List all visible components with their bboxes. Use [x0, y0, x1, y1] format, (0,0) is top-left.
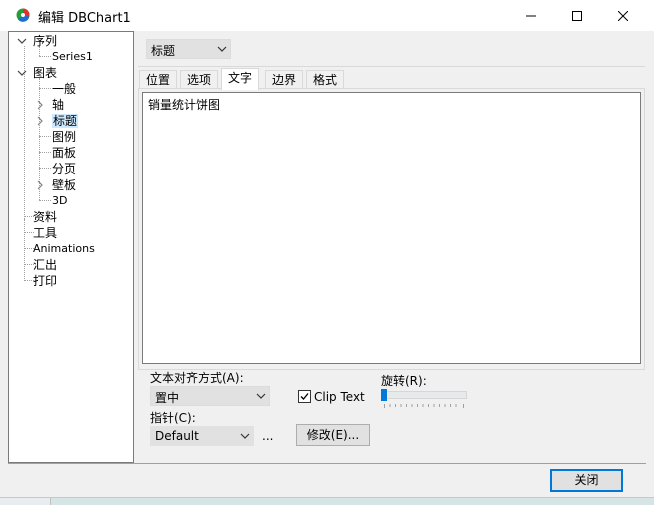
tree-item-animations[interactable]: Animations — [33, 241, 95, 257]
maximize-button[interactable] — [554, 0, 600, 31]
tree-item-paging[interactable]: 分页 — [52, 161, 76, 177]
rotation-slider-thumb[interactable] — [381, 389, 387, 401]
chevron-down-icon — [217, 46, 227, 52]
clip-text-checkbox[interactable] — [298, 390, 311, 403]
title-bar: 编辑 DBChart1 — [0, 0, 654, 31]
tree-item-3d[interactable]: 3D — [52, 193, 67, 209]
alignment-dropdown[interactable]: 置中 — [150, 386, 270, 406]
tree-item-legend[interactable]: 图例 — [52, 129, 76, 145]
close-icon — [618, 10, 628, 21]
checkmark-icon — [300, 393, 309, 400]
tab-text[interactable]: 文字 — [221, 68, 260, 90]
tree-item-panel[interactable]: 面板 — [52, 145, 76, 161]
rotation-slider[interactable] — [382, 391, 467, 399]
minimize-button[interactable] — [508, 0, 554, 31]
close-window-button[interactable] — [600, 0, 646, 31]
rotation-label: 旋转(R): — [381, 374, 427, 388]
clip-text-label: Clip Text — [314, 390, 365, 404]
teechart-app-icon — [16, 8, 30, 22]
window-title: 编辑 DBChart1 — [38, 11, 131, 26]
pointer-dropdown[interactable]: Default — [150, 426, 254, 446]
tree-item-series[interactable]: 序列 — [17, 33, 57, 49]
tab-position[interactable]: 位置 — [139, 70, 178, 89]
tree-item-series1[interactable]: Series1 — [52, 49, 93, 65]
pointer-label: 指针(C): — [150, 411, 196, 425]
tree-item-tools[interactable]: 工具 — [33, 225, 57, 241]
background-window — [50, 498, 654, 505]
tree-item-chart[interactable]: 图表 — [17, 65, 57, 81]
close-button[interactable]: 关闭 — [550, 469, 623, 492]
chevron-down-icon — [240, 433, 250, 439]
tree-item-general[interactable]: 一般 — [52, 81, 76, 97]
tree-item-print[interactable]: 打印 — [33, 273, 57, 289]
tree-item-walls[interactable]: 壁板 — [35, 177, 76, 193]
chevron-down-icon[interactable] — [17, 68, 27, 78]
tree-item-data[interactable]: 资料 — [33, 209, 57, 225]
editor-window: 编辑 DBChart1 序列 Series1 图表 一般 轴 标题 图例 面板 … — [0, 0, 654, 498]
alignment-label: 文本对齐方式(A): — [150, 371, 244, 385]
slider-ticks — [384, 404, 464, 408]
title-selector-dropdown[interactable]: 标题 — [146, 39, 231, 59]
navigation-tree[interactable]: 序列 Series1 图表 一般 轴 标题 图例 面板 分页 壁板 3D 资料 … — [8, 31, 134, 463]
chevron-down-icon[interactable] — [17, 36, 27, 46]
tab-border[interactable]: 边界 — [265, 70, 304, 89]
pointer-more-button[interactable]: ... — [262, 429, 273, 443]
tree-item-export[interactable]: 汇出 — [33, 257, 57, 273]
minimize-icon — [526, 15, 536, 16]
chevron-right-icon[interactable] — [35, 116, 45, 126]
chevron-down-icon — [256, 393, 266, 399]
tab-format[interactable]: 格式 — [306, 70, 345, 89]
tree-item-title[interactable]: 标题 — [35, 113, 79, 129]
tab-options[interactable]: 选项 — [180, 70, 219, 89]
chevron-right-icon[interactable] — [35, 100, 45, 110]
chevron-right-icon[interactable] — [35, 180, 45, 190]
maximize-icon — [572, 10, 582, 21]
modify-button[interactable]: 修改(E)... — [296, 424, 370, 446]
title-text-area[interactable]: 销量统计饼图 — [142, 92, 641, 364]
tree-item-axis[interactable]: 轴 — [35, 97, 64, 113]
